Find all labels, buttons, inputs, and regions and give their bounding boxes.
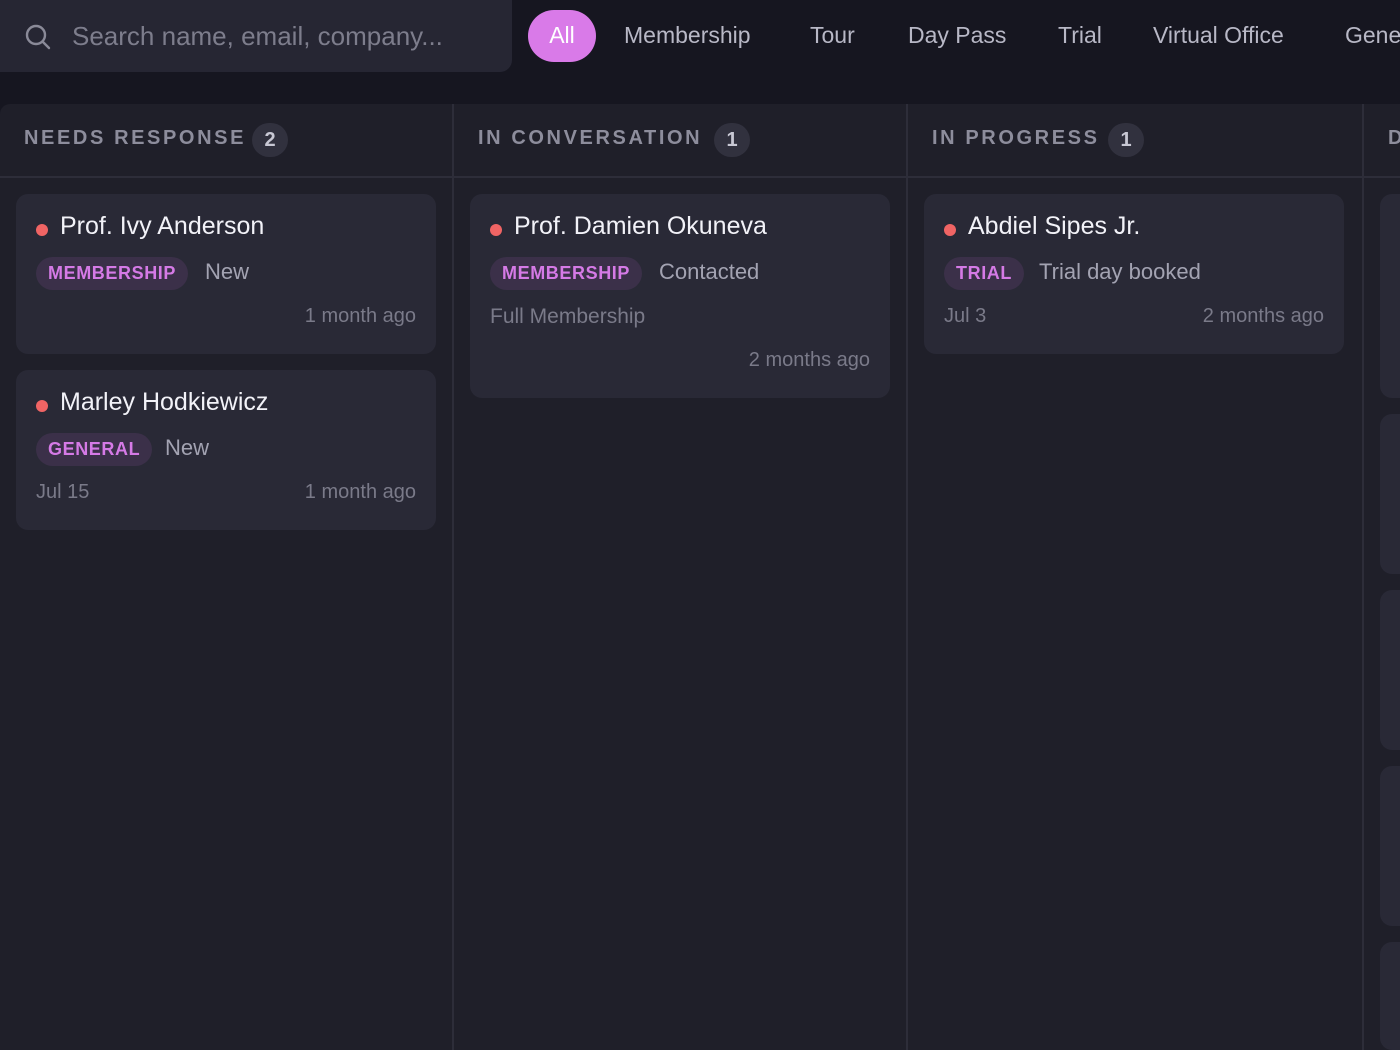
lead-card[interactable] (1380, 590, 1400, 750)
column-needs-response: NEEDS RESPONSE 2 Prof. Ivy Anderson MEMB… (0, 104, 454, 1050)
filter-tabs: All Membership Tour Day Pass Trial Virtu… (528, 10, 1400, 62)
column-count-badge: 1 (1108, 123, 1144, 157)
column-in-progress: IN PROGRESS 1 Abdiel Sipes Jr. TRIAL Tri… (908, 104, 1364, 1050)
lead-date: Jul 15 (36, 481, 90, 503)
lead-card[interactable]: Prof. Damien Okuneva MEMBERSHIP Contacte… (470, 194, 890, 398)
lead-status: New (165, 435, 210, 460)
column-header: NEEDS RESPONSE 2 (0, 104, 452, 178)
lead-card[interactable]: Prof. Ivy Anderson MEMBERSHIP New 1 mont… (16, 194, 436, 354)
lead-card[interactable] (1380, 194, 1400, 398)
lead-type-tag: TRIAL (944, 257, 1024, 290)
lead-card[interactable]: Abdiel Sipes Jr. TRIAL Trial day booked … (924, 194, 1344, 354)
filter-tour[interactable]: Tour (810, 10, 855, 62)
column-count-badge: 2 (252, 123, 288, 157)
unread-dot (490, 224, 502, 236)
search-box[interactable] (0, 0, 512, 72)
lead-type-tag: MEMBERSHIP (36, 257, 189, 290)
lead-type-tag: GENERAL (36, 433, 153, 466)
filter-day-pass[interactable]: Day Pass (908, 10, 1006, 62)
column-header: IN CONVERSATION 1 (454, 104, 906, 178)
column-count-badge: 1 (714, 123, 750, 157)
lead-name: Marley Hodkiewicz (60, 388, 269, 416)
lead-type-tag: MEMBERSHIP (490, 257, 643, 290)
search-icon (25, 24, 51, 50)
lead-age: 2 months ago (1202, 305, 1324, 327)
lead-name: Abdiel Sipes Jr. (968, 212, 1141, 240)
unread-dot (36, 224, 48, 236)
lead-card[interactable] (1380, 942, 1400, 1050)
lead-age: 2 months ago (748, 349, 870, 371)
filter-membership[interactable]: Membership (624, 10, 751, 62)
column-header: IN PROGRESS 1 (908, 104, 1362, 178)
lead-card[interactable] (1380, 414, 1400, 574)
kanban-board: NEEDS RESPONSE 2 Prof. Ivy Anderson MEMB… (0, 104, 1400, 1050)
column-title: D (1388, 127, 1400, 149)
lead-status: Contacted (659, 259, 760, 284)
column-title: IN CONVERSATION (478, 127, 703, 149)
lead-name: Prof. Ivy Anderson (60, 212, 265, 240)
unread-dot (944, 224, 956, 236)
lead-date: Jul 3 (944, 305, 987, 327)
unread-dot (36, 400, 48, 412)
column-title: IN PROGRESS (932, 127, 1100, 149)
lead-status: New (205, 259, 250, 284)
column-in-conversation: IN CONVERSATION 1 Prof. Damien Okuneva M… (454, 104, 908, 1050)
lead-card[interactable] (1380, 766, 1400, 926)
filter-all[interactable]: All (528, 10, 596, 62)
lead-age: 1 month ago (304, 481, 416, 503)
filter-trial[interactable]: Trial (1058, 10, 1102, 62)
lead-age: 1 month ago (304, 305, 416, 327)
lead-status: Trial day booked (1039, 259, 1201, 284)
lead-name: Prof. Damien Okuneva (514, 212, 767, 240)
lead-note: Full Membership (490, 305, 646, 328)
column-header: D (1364, 104, 1400, 178)
filter-virtual-office[interactable]: Virtual Office (1153, 10, 1284, 62)
lead-card[interactable]: Marley Hodkiewicz GENERAL New Jul 15 1 m… (16, 370, 436, 530)
filter-general[interactable]: Gene (1345, 10, 1400, 62)
column-title: NEEDS RESPONSE (24, 127, 247, 149)
top-bar: All Membership Tour Day Pass Trial Virtu… (0, 0, 1400, 104)
search-input[interactable] (72, 14, 492, 58)
